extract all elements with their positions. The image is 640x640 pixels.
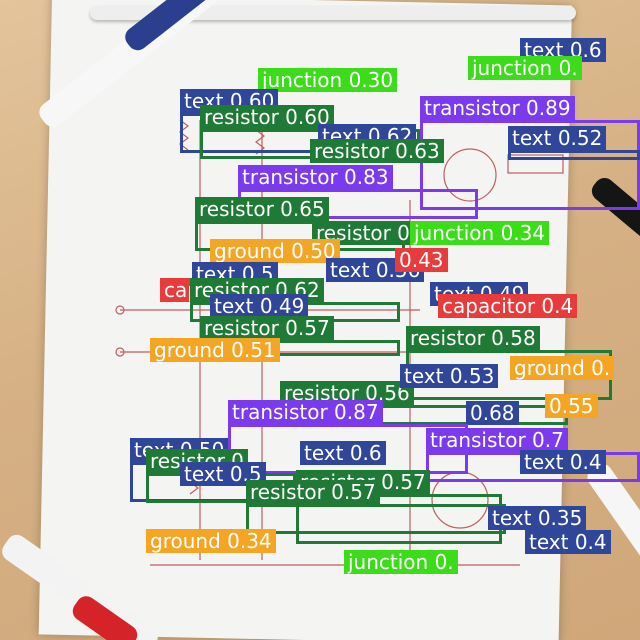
detection-label: junction 0. xyxy=(468,56,582,80)
detection-label: resistor 0.63 xyxy=(310,139,444,163)
detection-label: ground 0.34 xyxy=(146,529,276,553)
detection-overlay: text 0.6 junction 0.30 junction 0. text 0.6… xyxy=(0,0,640,640)
detection-label: text 0.6 xyxy=(300,441,386,465)
detection-label: transistor 0.7 xyxy=(426,428,568,452)
detection-label: resistor 0.65 xyxy=(195,197,329,221)
detection-label: text 0.4 xyxy=(525,530,611,554)
detection-label: text 0.52 xyxy=(508,126,607,150)
detection-box xyxy=(508,150,640,160)
detection-label: text 0.49 xyxy=(210,294,309,318)
detection-label: ground 0. xyxy=(510,356,615,380)
detection-label: transistor 0.87 xyxy=(228,400,383,424)
detection-label: transistor 0.89 xyxy=(420,96,575,120)
detection-label: text 0.53 xyxy=(400,364,499,388)
detection-resistor: resistor 0.57 xyxy=(246,480,506,534)
detection-label: resistor 0.57 xyxy=(246,480,380,504)
detection-label: junction 0. xyxy=(344,550,458,574)
detection-label: resistor 0.57 xyxy=(200,316,334,340)
detection-label: resistor 0.58 xyxy=(406,326,540,350)
detection-label: 0.68 xyxy=(466,401,519,425)
detection-label: transistor 0.83 xyxy=(238,165,393,189)
detection-label: text 0.4 xyxy=(520,450,606,474)
detection-label: 0.43 xyxy=(395,248,448,272)
detection-text: text 0.52 xyxy=(508,126,640,160)
detection-label: resistor 0.60 xyxy=(200,105,334,129)
detection-label: junction 0.30 xyxy=(258,68,398,92)
detection-box xyxy=(246,504,506,534)
detection-label: ground 0.51 xyxy=(150,338,280,362)
detection-label: ground 0.50 xyxy=(210,239,340,263)
detection-label: capacitor 0.4 xyxy=(438,294,578,318)
detection-label: text 0.35 xyxy=(488,506,587,530)
detection-label: junction 0.34 xyxy=(410,221,550,245)
detection-label: 0.55 xyxy=(545,394,598,418)
